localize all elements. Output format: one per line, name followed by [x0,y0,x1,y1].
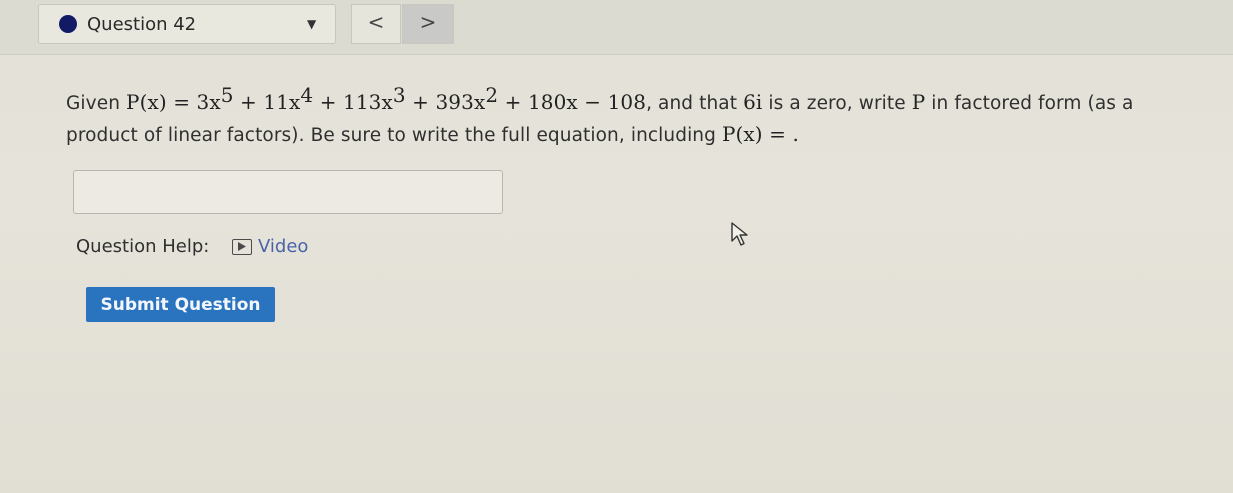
question-help-label: Question Help: [76,236,210,257]
previous-question-button[interactable]: < [351,4,401,44]
video-help-link[interactable]: Video [232,236,308,257]
question-header: Question 42 ▼ < > [0,0,1233,55]
question-body: Given P(x) = 3x5 + 11x4 + 113x3 + 393x2 … [0,54,1233,493]
mouse-pointer-icon [731,222,748,246]
question-title: Question 42 [87,14,197,35]
answer-input[interactable] [73,170,503,214]
chevron-down-icon[interactable]: ▼ [307,17,316,31]
submit-question-button[interactable]: Submit Question [86,287,275,322]
status-dot-icon [59,15,77,33]
video-link-label: Video [258,236,309,257]
problem-statement: Given P(x) = 3x5 + 11x4 + 113x3 + 393x2 … [66,83,1134,147]
video-icon [232,238,252,255]
next-question-button[interactable]: > [402,4,454,44]
question-selector[interactable]: Question 42 ▼ [38,4,336,44]
